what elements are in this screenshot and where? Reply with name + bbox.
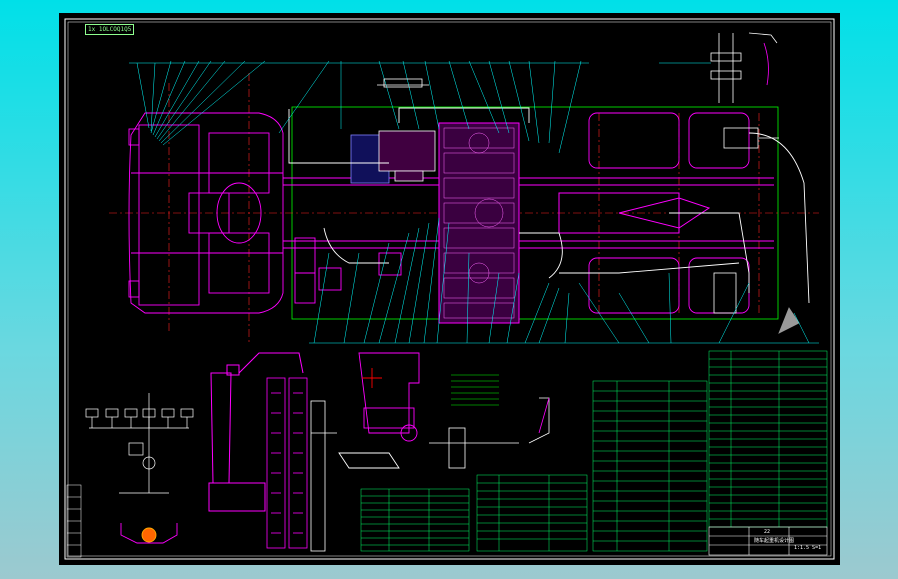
control-box [713, 127, 800, 334]
notes-block [451, 374, 499, 406]
title-block-title: 随车起重机设计图 [754, 538, 795, 544]
title-block-text: 22 随车起重机设计图 1:1.5 S=1 [710, 528, 826, 552]
leader-lines-bottom [309, 217, 819, 344]
hydraulic-schematic [85, 393, 194, 494]
title-block-scale: 1:1.5 S=1 [794, 545, 822, 551]
parts-table-far-right [708, 350, 828, 528]
parts-table-left [360, 488, 470, 552]
detail-top-right [659, 32, 778, 103]
revision-table [66, 484, 82, 558]
parts-table-right [592, 380, 708, 552]
detail-fitting [120, 523, 178, 544]
support-leg [310, 400, 337, 552]
filter-detail [429, 397, 550, 469]
drawing-sheet: 1x 1OLCOQ1Q5 22 随车起重机设计图 1:1.5 S=1 [59, 13, 840, 565]
crane-boom-section [266, 377, 308, 549]
cad-drawing [64, 18, 835, 560]
pump-assembly [338, 352, 420, 469]
parts-table-center [476, 474, 588, 552]
title-block-sheet: 22 [764, 529, 771, 535]
drawing-number-tag: 1x 1OLCOQ1Q5 [85, 24, 135, 35]
